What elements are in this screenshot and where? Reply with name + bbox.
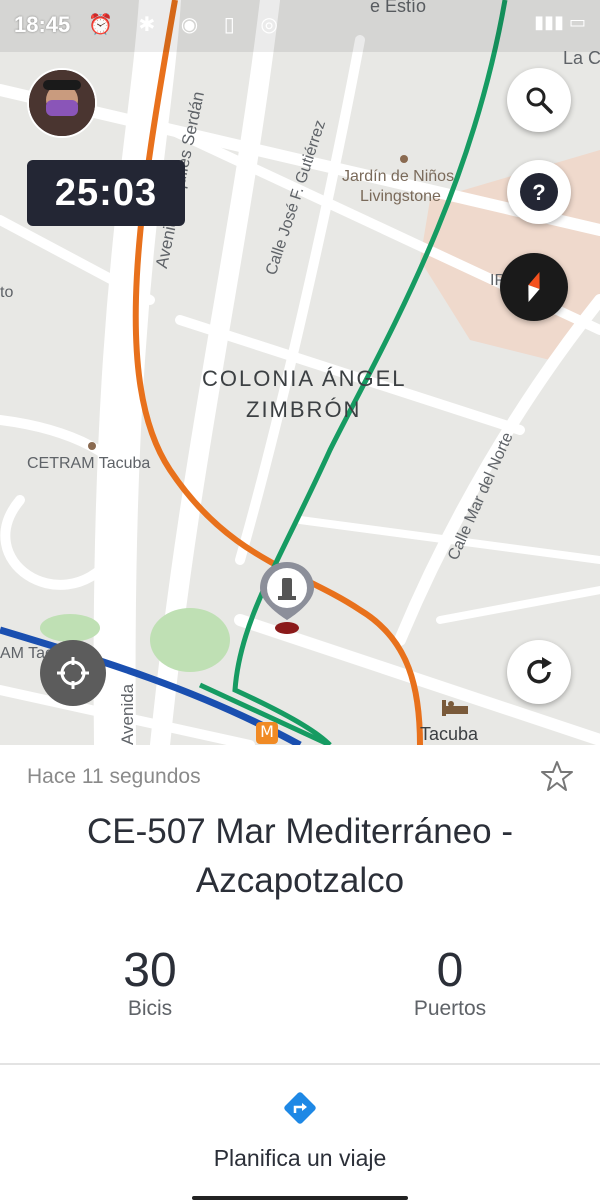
poi-dot — [88, 442, 96, 450]
battery-signal-icon: ▮▮▮ ▭ — [534, 12, 586, 32]
station-name-line-2: Azcapotzalco — [195, 861, 405, 900]
status-bar: 18:45 ⏰ ✱ ◉ ▯ ◎ ▮▮▮ ▭ — [0, 0, 600, 52]
avatar[interactable] — [27, 68, 97, 138]
help-icon: ? — [520, 173, 558, 211]
station-pin-icon — [260, 562, 314, 634]
compass-icon — [528, 271, 540, 303]
status-icons: ⏰ ✱ ◉ ▯ ◎ — [88, 14, 288, 36]
station-panel: Hace 11 segundos CE-507 Mar Mediterráneo… — [0, 745, 600, 1200]
map-label-jardin-2: Livingstone — [360, 188, 441, 205]
compass-button[interactable] — [500, 253, 568, 321]
hotel-icon — [440, 698, 470, 723]
star-icon — [541, 761, 573, 791]
search-button[interactable] — [507, 68, 571, 132]
search-icon — [526, 87, 553, 114]
map-label-tacuba: Tacuba — [420, 724, 479, 744]
last-updated: Hace 11 segundos — [27, 765, 201, 788]
map-label-to: to — [0, 284, 14, 301]
locate-icon — [57, 657, 89, 689]
refresh-icon — [527, 657, 552, 684]
map-label-jardin: Jardín de Niños — [342, 168, 455, 185]
favorite-button[interactable] — [540, 759, 574, 793]
map-label-colonia: COLONIA ÁNGEL — [202, 366, 407, 391]
avatar-image — [29, 70, 95, 136]
divider — [0, 1063, 600, 1065]
locate-button[interactable] — [40, 640, 106, 706]
bikes-count: 30 — [123, 944, 177, 997]
station-name: CE-507 Mar Mediterráneo - Azcapotzalco — [0, 807, 600, 905]
poi-dot — [400, 155, 408, 163]
plan-trip-label[interactable]: Planifica un viaje — [0, 1145, 600, 1172]
refresh-button[interactable] — [507, 640, 571, 704]
metro-icon: Ⅿ — [256, 722, 278, 744]
directions-icon — [284, 1092, 316, 1124]
status-time: 18:45 — [14, 12, 71, 37]
station-name-line-1: CE-507 Mar Mediterráneo - — [87, 812, 513, 851]
station-pin[interactable] — [258, 560, 316, 643]
help-button[interactable]: ? — [507, 160, 571, 224]
svg-text:?: ? — [532, 180, 545, 205]
map-view[interactable]: La Co e Estío Jardín de Niños Livingston… — [0, 0, 600, 745]
home-indicator — [192, 1196, 408, 1200]
docks-count: 0 — [436, 944, 464, 997]
docks-label: Puertos — [413, 997, 487, 1020]
ride-timer: 25:03 — [27, 160, 185, 226]
map-label-cetram: CETRAM Tacuba — [27, 455, 151, 472]
map-label-avenida: Avenida — [118, 683, 137, 745]
plan-trip-button[interactable] — [282, 1090, 318, 1131]
map-label-colonia-2: ZIMBRÓN — [246, 397, 362, 422]
bikes-label: Bicis — [127, 997, 173, 1020]
